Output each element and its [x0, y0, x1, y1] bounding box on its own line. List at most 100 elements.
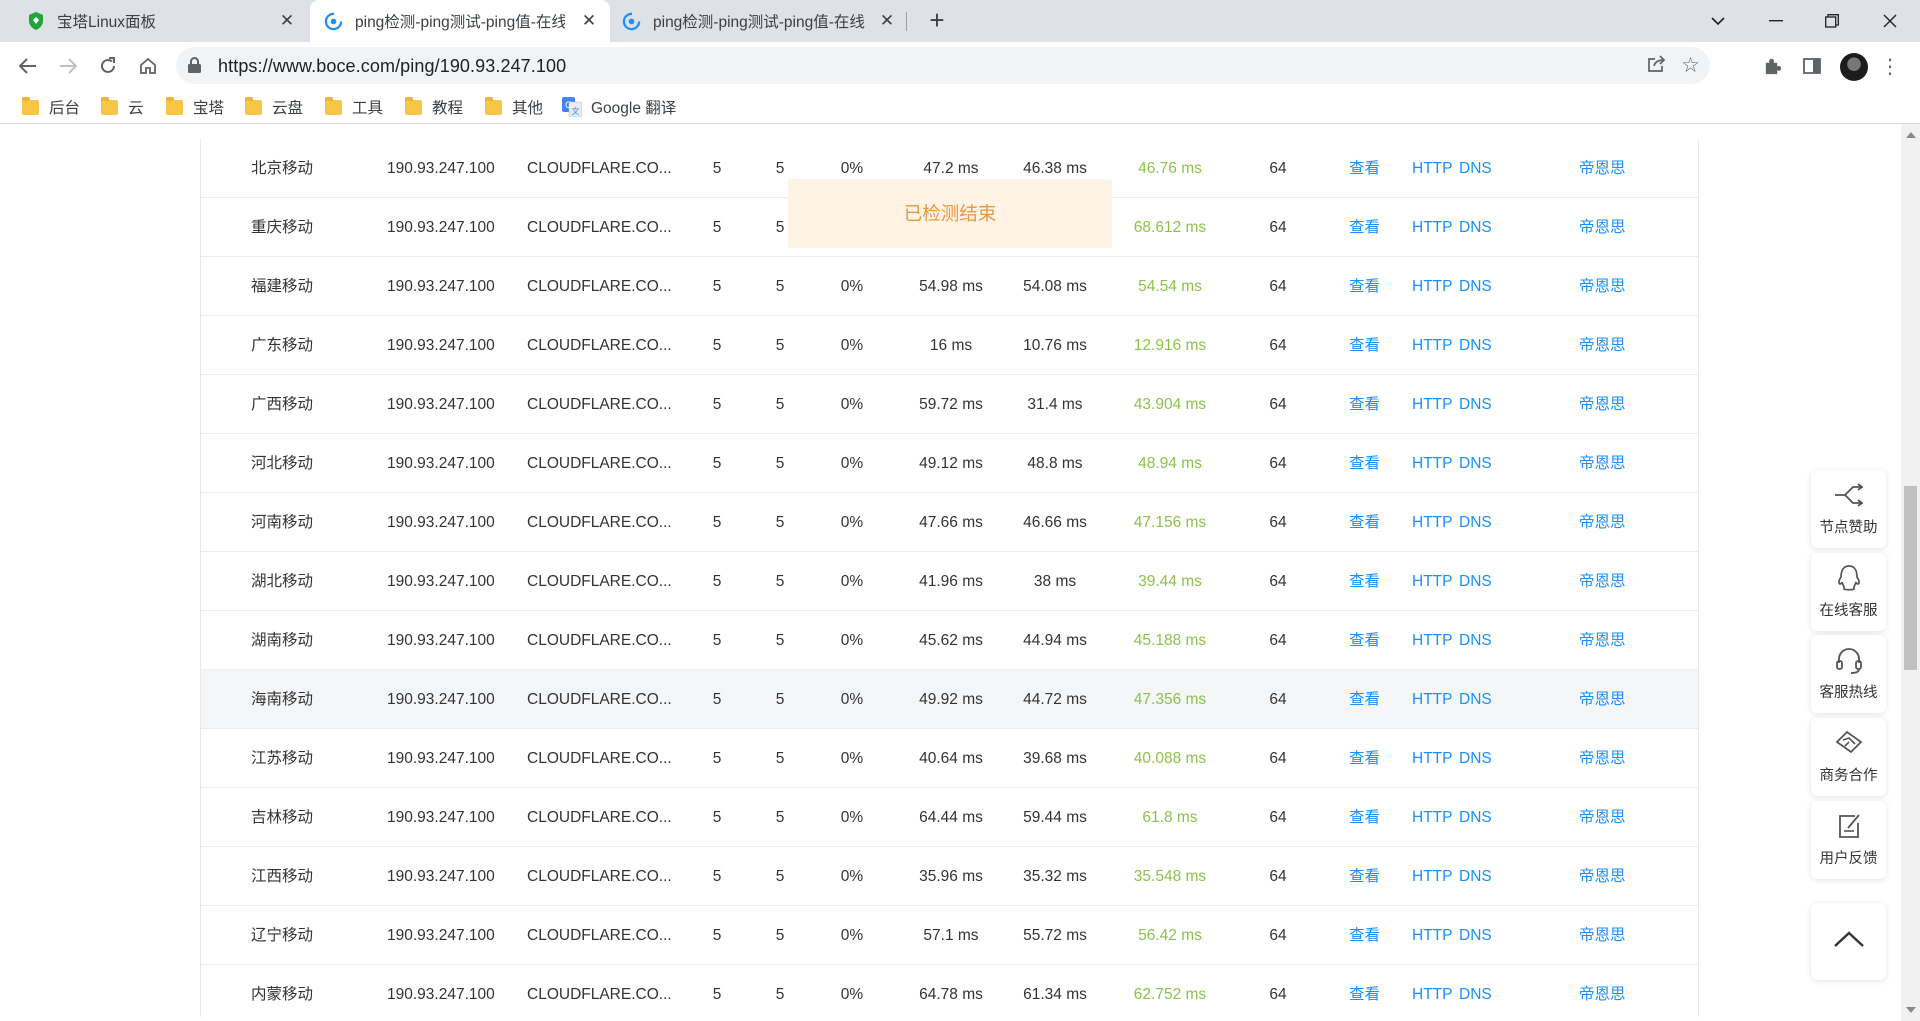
side-tool-business[interactable]: 商务合作: [1811, 718, 1886, 796]
http-link[interactable]: HTTP: [1412, 906, 1452, 965]
http-link[interactable]: HTTP: [1412, 257, 1452, 316]
dnsny-link[interactable]: 帝恩思: [1579, 198, 1626, 257]
url-text[interactable]: https://www.boce.com/ping/190.93.247.100: [218, 56, 566, 77]
dns-link[interactable]: DNS: [1459, 493, 1492, 552]
http-link[interactable]: HTTP: [1412, 198, 1452, 257]
view-link[interactable]: 查看: [1349, 493, 1380, 552]
dnsny-link[interactable]: 帝恩思: [1579, 375, 1626, 434]
view-link[interactable]: 查看: [1349, 139, 1380, 198]
view-link[interactable]: 查看: [1349, 316, 1380, 375]
http-link[interactable]: HTTP: [1412, 965, 1452, 1017]
new-tab-plus-icon[interactable]: +: [924, 7, 950, 34]
page-scrollbar[interactable]: [1901, 124, 1920, 1021]
back-to-top-button[interactable]: [1811, 903, 1886, 980]
side-tool-node-sponsor[interactable]: 节点赞助: [1811, 470, 1886, 548]
http-link[interactable]: HTTP: [1412, 434, 1452, 493]
view-link[interactable]: 查看: [1349, 611, 1380, 670]
view-link[interactable]: 查看: [1349, 552, 1380, 611]
http-link[interactable]: HTTP: [1412, 139, 1452, 198]
http-link[interactable]: HTTP: [1412, 375, 1452, 434]
view-link[interactable]: 查看: [1349, 257, 1380, 316]
view-link[interactable]: 查看: [1349, 965, 1380, 1017]
dns-link[interactable]: DNS: [1459, 670, 1492, 729]
scroll-up-arrow-icon[interactable]: [1906, 132, 1916, 138]
dnsny-link[interactable]: 帝恩思: [1579, 257, 1626, 316]
view-link[interactable]: 查看: [1349, 729, 1380, 788]
tab-close-icon[interactable]: ✕: [278, 12, 296, 30]
profile-avatar[interactable]: [1840, 53, 1868, 81]
view-link[interactable]: 查看: [1349, 375, 1380, 434]
dns-link[interactable]: DNS: [1459, 139, 1492, 198]
reload-icon[interactable]: [92, 50, 124, 82]
dns-link[interactable]: DNS: [1459, 552, 1492, 611]
bookmark-folder[interactable]: 云盘: [245, 96, 303, 118]
bookmark-folder[interactable]: 后台: [22, 96, 80, 118]
minimize-icon[interactable]: [1752, 0, 1800, 42]
side-tool-hotline[interactable]: 客服热线: [1811, 635, 1886, 713]
http-link[interactable]: HTTP: [1412, 729, 1452, 788]
view-link[interactable]: 查看: [1349, 906, 1380, 965]
side-tool-online-service[interactable]: 在线客服: [1811, 553, 1886, 631]
dns-link[interactable]: DNS: [1459, 906, 1492, 965]
side-panel-icon[interactable]: [1798, 52, 1826, 80]
dnsny-link[interactable]: 帝恩思: [1579, 493, 1626, 552]
dns-link[interactable]: DNS: [1459, 965, 1492, 1017]
view-link[interactable]: 查看: [1349, 670, 1380, 729]
dns-link[interactable]: DNS: [1459, 729, 1492, 788]
home-icon[interactable]: [132, 50, 164, 82]
back-arrow-icon[interactable]: [12, 50, 44, 82]
http-link[interactable]: HTTP: [1412, 552, 1452, 611]
bookmark-google-translate[interactable]: G文 Google 翻译: [562, 96, 676, 118]
view-link[interactable]: 查看: [1349, 198, 1380, 257]
dns-link[interactable]: DNS: [1459, 434, 1492, 493]
bookmark-folder[interactable]: 宝塔: [166, 96, 224, 118]
bookmark-folder[interactable]: 其他: [485, 96, 543, 118]
close-window-icon[interactable]: [1866, 0, 1914, 42]
bookmark-folder[interactable]: 工具: [325, 96, 383, 118]
http-link[interactable]: HTTP: [1412, 670, 1452, 729]
lock-icon[interactable]: [188, 57, 202, 74]
share-icon[interactable]: [1647, 55, 1666, 79]
dnsny-link[interactable]: 帝恩思: [1579, 788, 1626, 847]
view-link[interactable]: 查看: [1349, 847, 1380, 906]
bookmark-star-icon[interactable]: ☆: [1681, 53, 1700, 78]
browser-tab-ping[interactable]: ping检测-ping测试-ping值-在线 ✕: [622, 0, 908, 42]
restore-icon[interactable]: [1808, 0, 1856, 42]
browser-tab-ping-active[interactable]: ping检测-ping测试-ping值-在线 ✕: [310, 0, 610, 42]
dnsny-link[interactable]: 帝恩思: [1579, 139, 1626, 198]
view-link[interactable]: 查看: [1349, 788, 1380, 847]
http-link[interactable]: HTTP: [1412, 847, 1452, 906]
bookmark-folder[interactable]: 教程: [405, 96, 463, 118]
scrollbar-thumb[interactable]: [1904, 486, 1917, 670]
tab-close-icon[interactable]: ✕: [878, 12, 896, 30]
dns-link[interactable]: DNS: [1459, 316, 1492, 375]
extensions-puzzle-icon[interactable]: [1758, 52, 1786, 80]
scroll-down-arrow-icon[interactable]: [1906, 1007, 1916, 1013]
http-link[interactable]: HTTP: [1412, 611, 1452, 670]
dnsny-link[interactable]: 帝恩思: [1579, 965, 1626, 1017]
side-tool-feedback[interactable]: 用户反馈: [1811, 801, 1886, 879]
bookmark-folder[interactable]: 云: [101, 96, 144, 118]
browser-tab-baota[interactable]: 宝塔Linux面板 ✕: [26, 0, 308, 42]
view-link[interactable]: 查看: [1349, 434, 1380, 493]
dns-link[interactable]: DNS: [1459, 611, 1492, 670]
dns-link[interactable]: DNS: [1459, 847, 1492, 906]
dnsny-link[interactable]: 帝恩思: [1579, 611, 1626, 670]
http-link[interactable]: HTTP: [1412, 493, 1452, 552]
http-link[interactable]: HTTP: [1412, 316, 1452, 375]
tab-search-chevron-icon[interactable]: [1694, 0, 1742, 42]
dns-link[interactable]: DNS: [1459, 788, 1492, 847]
http-link[interactable]: HTTP: [1412, 788, 1452, 847]
browser-menu-icon[interactable]: ⋮: [1876, 52, 1904, 80]
dns-link[interactable]: DNS: [1459, 257, 1492, 316]
forward-arrow-icon[interactable]: [52, 50, 84, 82]
dnsny-link[interactable]: 帝恩思: [1579, 847, 1626, 906]
address-bar[interactable]: https://www.boce.com/ping/190.93.247.100…: [176, 47, 1710, 84]
dnsny-link[interactable]: 帝恩思: [1579, 729, 1626, 788]
dnsny-link[interactable]: 帝恩思: [1579, 434, 1626, 493]
dnsny-link[interactable]: 帝恩思: [1579, 316, 1626, 375]
dnsny-link[interactable]: 帝恩思: [1579, 552, 1626, 611]
dnsny-link[interactable]: 帝恩思: [1579, 670, 1626, 729]
tab-close-icon[interactable]: ✕: [580, 12, 598, 30]
dns-link[interactable]: DNS: [1459, 198, 1492, 257]
